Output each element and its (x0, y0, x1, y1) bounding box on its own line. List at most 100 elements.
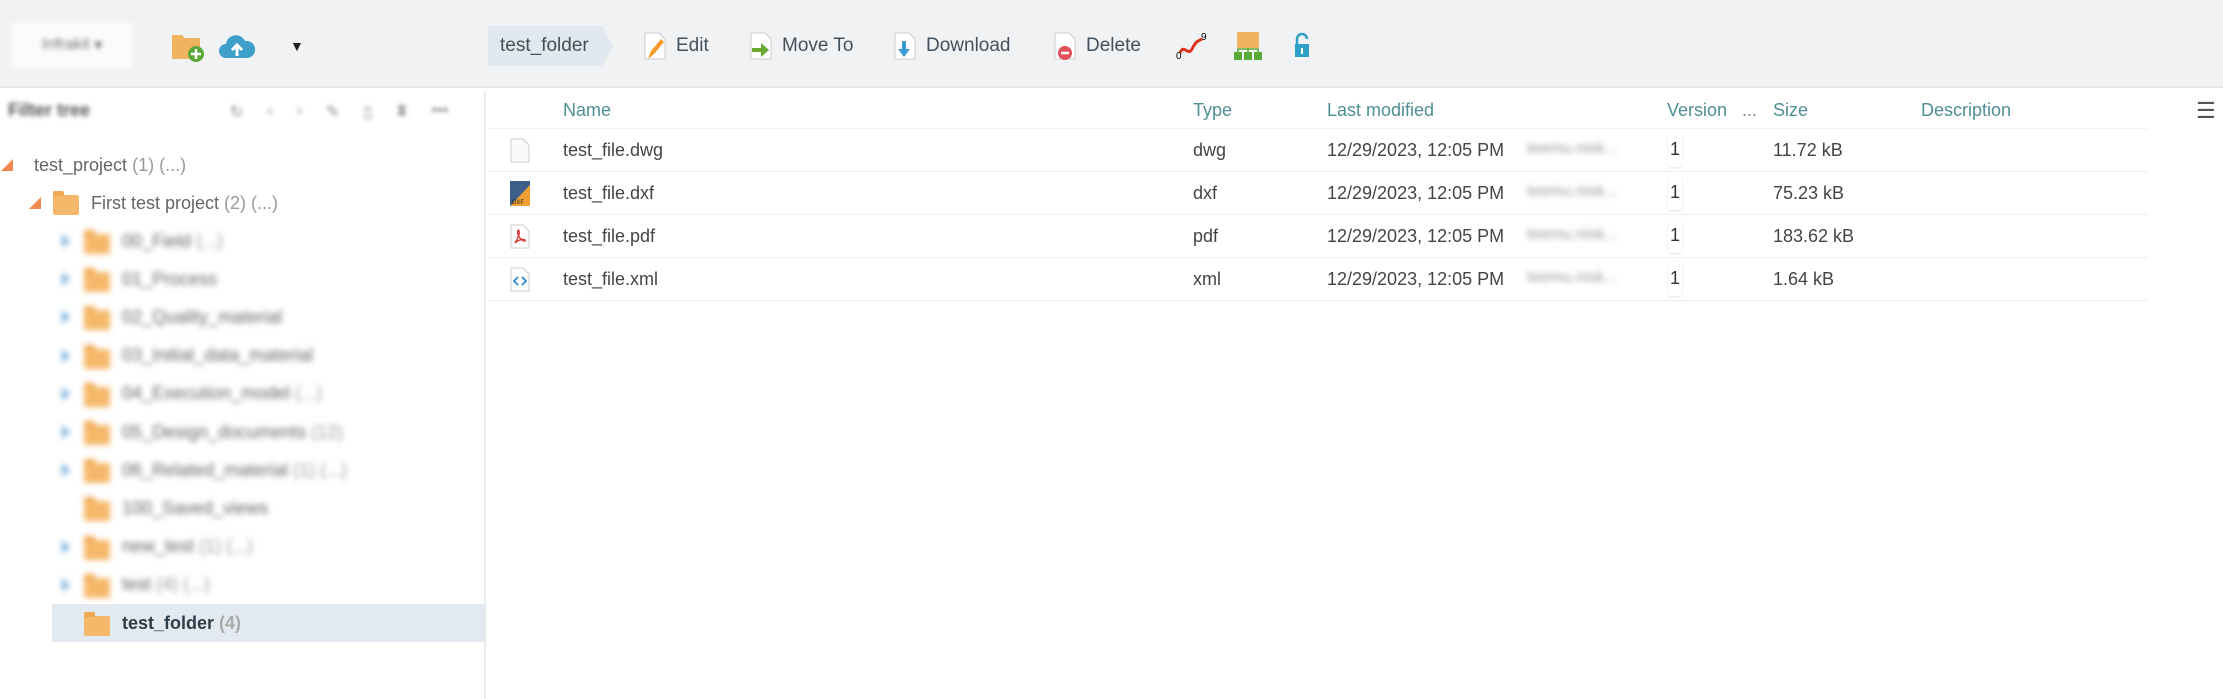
refresh-icon[interactable]: ↻ (230, 102, 243, 122)
tree-item-count: (4) (219, 612, 242, 633)
file-name[interactable]: test_file.dxf (563, 183, 654, 204)
collapsed-arrow-icon[interactable] (62, 463, 70, 478)
new-folder-button[interactable] (170, 28, 214, 64)
collapsed-arrow-icon[interactable] (62, 234, 70, 248)
folder-structure-button[interactable] (1232, 28, 1272, 64)
svg-text:9: 9 (1201, 32, 1207, 43)
tree-item-count: (1) (...) (293, 459, 348, 480)
file-modified: 12/29/2023, 12:05 PM (1327, 140, 1505, 160)
collapsed-arrow-icon[interactable] (62, 310, 70, 325)
column-header-version[interactable]: Version (1667, 100, 1727, 121)
file-row[interactable]: test_file.pdf pdf 12/29/2023, 12:05 PM teem… (488, 215, 2148, 258)
file-version[interactable]: 1 (1668, 262, 1682, 296)
tree-item-count: (1) (...) (199, 536, 254, 557)
file-row[interactable]: DXF test_file.dxf dxf 12/29/2023, 12:05 PM t… (488, 172, 2148, 215)
tree-item-folder[interactable]: 100_Saved_views (0, 489, 273, 527)
tree-item-count: (12) (311, 421, 344, 442)
tree-tools: ↻ ‹ › ✎ ▯ ⧗ ••• (230, 102, 448, 122)
tree-item-folder[interactable]: 06_Related_material (1) (...) (0, 451, 347, 489)
delete-button[interactable]: Delete (1052, 28, 1141, 64)
download-label: Download (926, 35, 1011, 56)
expanded-arrow-icon[interactable] (1, 159, 13, 171)
collapsed-arrow-icon[interactable] (62, 539, 70, 554)
forward-icon[interactable]: › (297, 102, 302, 122)
tree-item-folder[interactable]: new_test (1) (...) (0, 528, 253, 566)
column-header-more[interactable]: ... (1742, 100, 1757, 121)
column-header-name[interactable]: Name (563, 100, 611, 121)
download-button[interactable]: Download (892, 28, 1011, 64)
expanded-arrow-icon[interactable] (29, 197, 41, 209)
pin-icon[interactable]: ✎ (326, 102, 339, 122)
file-modified-by: teemu.nisk... (1527, 140, 1618, 157)
column-menu-icon[interactable]: ☰ (2196, 98, 2216, 124)
tree-item-test-project[interactable]: test_project (1) (...) (0, 146, 186, 184)
file-size: 183.62 kB (1773, 226, 1855, 246)
collapsed-arrow-icon[interactable] (62, 272, 70, 287)
lock-button[interactable] (1292, 28, 1320, 64)
more-icon[interactable]: ••• (432, 102, 449, 122)
tree-item-folder[interactable]: 01_Process (0, 260, 222, 298)
filter-tree-label[interactable]: Filter tree (8, 100, 90, 121)
file-version[interactable]: 1 (1668, 133, 1682, 167)
tree-item-folder[interactable]: 04_Execution_model (...) (0, 375, 322, 413)
add-folder-icon (172, 35, 204, 62)
tree-item-label: new_test (122, 536, 195, 557)
tree-item-label: test (122, 574, 152, 595)
upload-button[interactable] (218, 28, 264, 64)
trash-icon[interactable]: ▯ (363, 102, 372, 122)
file-modified-by: teemu.nisk... (1527, 269, 1618, 286)
tree-item-folder[interactable]: 02_Quality_material (0, 298, 287, 336)
collapse-icon[interactable]: ⧗ (396, 102, 407, 122)
tree-item-count: (...) (295, 383, 323, 404)
tree-item-test-folder[interactable]: test_folder (4) (0, 604, 241, 642)
tree-item-label: 06_Related_material (122, 459, 289, 480)
svg-text:DXF: DXF (512, 200, 524, 206)
column-header-last-modified[interactable]: Last modified (1327, 100, 1434, 121)
file-modified-by: teemu.nisk... (1527, 226, 1618, 243)
collapsed-arrow-icon[interactable] (62, 386, 70, 401)
folder-icon (84, 306, 110, 331)
tree-item-folder[interactable]: 00_Field (...) (0, 222, 223, 260)
file-name[interactable]: test_file.pdf (563, 226, 655, 247)
breadcrumb-current-folder[interactable]: test_folder (488, 26, 613, 66)
folder-tree-icon (1234, 32, 1262, 60)
folder-icon (84, 268, 110, 293)
file-modified: 12/29/2023, 12:05 PM (1327, 226, 1505, 246)
curve-icon: 09 (1176, 32, 1207, 61)
delete-icon (1054, 32, 1076, 60)
file-row[interactable]: test_file.xml xml 12/29/2023, 12:05 PM teem… (488, 258, 2148, 301)
collapsed-arrow-icon[interactable] (62, 348, 70, 363)
collapsed-arrow-icon[interactable] (62, 577, 70, 592)
column-header-description[interactable]: Description (1921, 100, 2011, 121)
file-version[interactable]: 1 (1668, 219, 1682, 253)
back-icon[interactable]: ‹ (267, 102, 272, 122)
tree-item-folder[interactable]: test (4) (...) (0, 566, 210, 604)
tree-item-folder[interactable]: 03_Initial_data_material (0, 337, 318, 375)
folder-icon (84, 497, 110, 522)
file-name[interactable]: test_file.dwg (563, 140, 663, 161)
file-size: 1.64 kB (1773, 269, 1835, 289)
tree-item-label: 100_Saved_views (122, 497, 269, 518)
tree-item-label: 01_Process (122, 268, 218, 289)
tree-item-first-test-project[interactable]: First test project (2) (...) (0, 184, 278, 222)
folder-icon (84, 573, 110, 598)
column-header-type[interactable]: Type (1193, 100, 1232, 121)
tree-item-label: 03_Initial_data_material (122, 345, 314, 366)
column-header-size[interactable]: Size (1773, 100, 1808, 121)
move-to-button[interactable]: Move To (748, 28, 853, 64)
edit-label: Edit (676, 35, 709, 56)
version-curve-button[interactable]: 09 (1176, 28, 1216, 64)
tree-item-folder[interactable]: 05_Design_documents (12) (0, 413, 343, 451)
folder-icon (53, 191, 79, 215)
edit-button[interactable]: Edit (642, 28, 709, 64)
file-name[interactable]: test_file.xml (563, 269, 658, 290)
collapsed-arrow-icon[interactable] (62, 425, 70, 439)
edit-icon (644, 32, 666, 60)
file-row[interactable]: test_file.dwg dwg 12/29/2023, 12:05 PM teem… (488, 129, 2148, 172)
file-version[interactable]: 1 (1668, 176, 1682, 210)
upload-dropdown-caret[interactable]: ▼ (290, 28, 304, 64)
project-select[interactable]: Infrakit ▾ (9, 21, 135, 69)
cloud-upload-icon (219, 35, 256, 58)
file-size: 11.72 kB (1773, 140, 1843, 160)
file-modified: 12/29/2023, 12:05 PM (1327, 183, 1505, 203)
